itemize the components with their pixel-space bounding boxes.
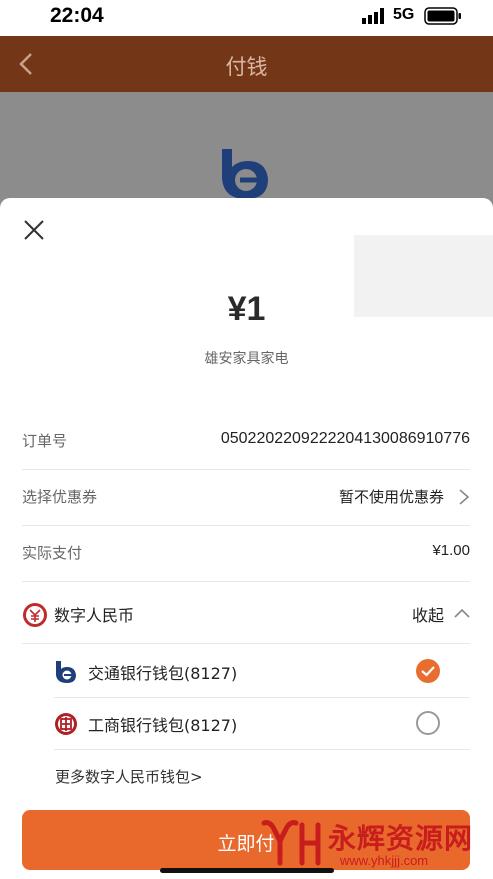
wallet-option-bocom[interactable]: 交通银行钱包(8127) [54, 646, 470, 698]
wallet-label: 交通银行钱包(8127) [88, 664, 238, 683]
order-number-label: 订单号 [22, 432, 68, 450]
order-number-value: 050220220922220413008691077​6 [220, 430, 470, 447]
wallet-option-icbc[interactable]: 工商银行钱包(8127) [54, 698, 470, 750]
payment-amount: ¥1 [227, 290, 266, 328]
nav-bar: 付钱 [0, 36, 493, 92]
bocom-logo-icon [222, 149, 268, 199]
status-bar: 22:04 5G [0, 0, 493, 36]
chevron-right-icon [459, 489, 470, 505]
watermark-url: www.yhkjjj.com [340, 853, 429, 868]
actual-payment-label: 实际支付 [22, 544, 83, 562]
merchant-name: 雄安家具家电 [204, 351, 289, 367]
payment-sheet: ¥1 雄安家具家电 订单号 05022022092222041300869107… [0, 198, 493, 879]
signal-icon [362, 8, 384, 24]
watermark-text: 永辉资源网 [328, 822, 474, 855]
collapse-toggle[interactable]: 收起 [412, 602, 444, 626]
more-wallets-link[interactable]: 更多数字人民币钱包> [55, 766, 203, 787]
status-time: 22:04 [50, 4, 104, 27]
ecny-label: 数字人民币 [54, 606, 135, 625]
wallet-label: 工商银行钱包(8127) [88, 716, 238, 735]
order-number-row: 订单号 050220220922220413008691077​6 [22, 414, 470, 470]
watermark: 永辉资源网 www.yhkjjj.com [258, 815, 488, 871]
watermark-logo-icon [261, 820, 321, 866]
ecny-header-row[interactable]: 数字人民币 收起 [22, 586, 470, 644]
icbc-logo-icon [55, 713, 77, 735]
close-icon[interactable] [22, 218, 46, 242]
page-title: 付钱 [225, 55, 268, 79]
coupon-value: 暂不使用优惠券 [338, 488, 444, 506]
ecny-icon [23, 603, 47, 627]
radio-selected[interactable] [416, 659, 440, 683]
bocom-logo-icon [56, 661, 76, 683]
radio-unselected[interactable] [416, 711, 440, 735]
actual-payment-value: ¥1.00 [432, 542, 470, 559]
network-label: 5G [393, 6, 415, 23]
checkmark-icon [421, 666, 435, 677]
actual-payment-row: 实际支付 ¥1.00 [22, 526, 470, 582]
chevron-up-icon[interactable] [454, 608, 470, 618]
coupon-label: 选择优惠券 [22, 488, 98, 506]
battery-icon [424, 7, 461, 25]
coupon-row[interactable]: 选择优惠券 暂不使用优惠券 [22, 470, 470, 526]
